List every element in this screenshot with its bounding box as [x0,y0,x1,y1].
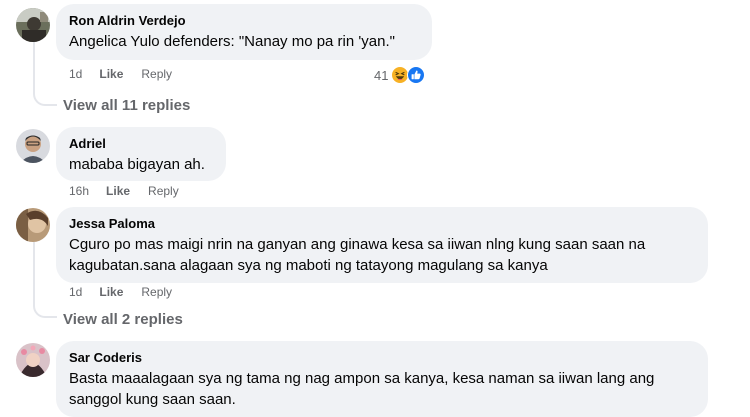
reaction-summary[interactable]: 41 [374,65,426,85]
avatar[interactable] [16,129,50,163]
comment-bubble: Ron Aldrin Verdejo Angelica Yulo defende… [56,4,432,60]
thread-elbow [33,302,57,318]
thread-elbow [33,90,57,106]
thread-line [33,42,35,92]
avatar[interactable] [16,208,50,242]
comment-actions: 1d Like Reply [69,66,172,82]
comment-bubble: Adriel mababa bigayan ah. [56,127,226,181]
avatar-image [16,343,50,377]
like-button[interactable]: Like [99,66,123,82]
comment-bubble: Sar Coderis Basta maaalagaan sya ng tama… [56,341,708,417]
comment-text: mababa bigayan ah. [69,156,205,173]
avatar-image [16,129,50,163]
comment-author[interactable]: Ron Aldrin Verdejo [69,12,419,29]
comment-text: Basta maaalagaan sya ng tama ng nag ampo… [69,370,655,408]
avatar[interactable] [16,8,50,42]
comment-actions: 1d Like Reply [69,284,172,300]
comment-timestamp[interactable]: 1d [69,284,82,300]
comment-author[interactable]: Adriel [69,135,213,152]
comment-timestamp[interactable]: 16h [69,183,89,199]
comment-author[interactable]: Sar Coderis [69,349,695,366]
thread-line [33,242,35,304]
view-replies-link[interactable]: View all 11 replies [63,96,190,116]
avatar-image [16,208,50,242]
avatar-image [16,8,50,42]
comment-actions: 16h Like Reply [69,183,179,199]
comment-text: Angelica Yulo defenders: "Nanay mo pa ri… [69,33,395,50]
avatar[interactable] [16,343,50,377]
comment-bubble: Jessa Paloma Cguro po mas maigi nrin na … [56,207,708,283]
view-replies-link[interactable]: View all 2 replies [63,310,183,330]
like-button[interactable]: Like [99,284,123,300]
comment-text: Cguro po mas maigi nrin na ganyan ang gi… [69,236,646,274]
reply-button[interactable]: Reply [141,284,172,300]
like-button[interactable]: Like [106,183,130,199]
comment-author[interactable]: Jessa Paloma [69,215,695,232]
reply-button[interactable]: Reply [148,183,179,199]
reaction-count: 41 [374,67,389,83]
reply-button[interactable]: Reply [141,66,172,82]
like-icon [407,66,426,84]
comment-timestamp[interactable]: 1d [69,66,82,82]
